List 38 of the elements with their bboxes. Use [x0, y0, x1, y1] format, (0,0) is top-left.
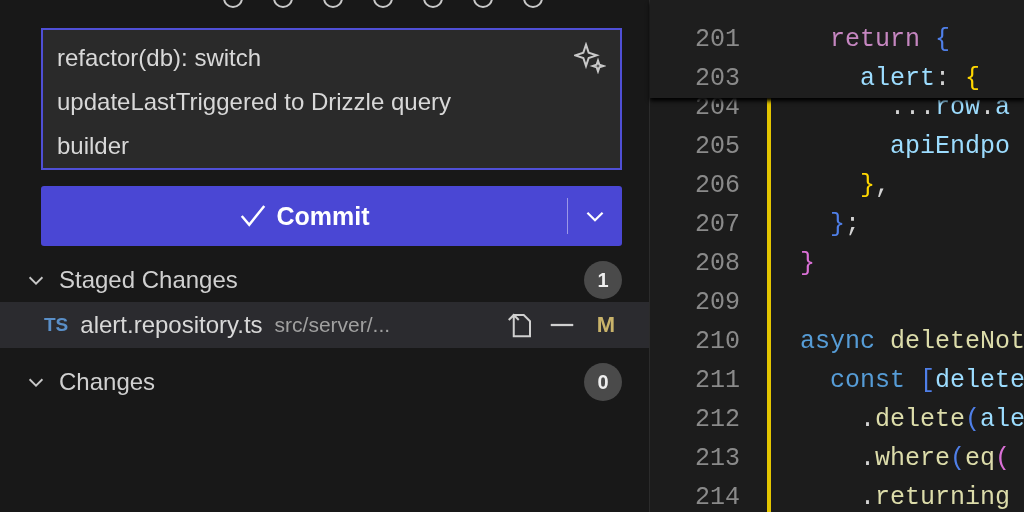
code-line: alert: { — [859, 64, 981, 93]
code-line: apiEndpo — [889, 132, 1011, 161]
commit-label: Commit — [276, 201, 370, 231]
commit-message-field[interactable]: refactor(db): switch updateLastTriggered to Drizzle query builder — [41, 28, 622, 170]
status-letter: M — [596, 312, 615, 338]
code-line: .where(eq( — [859, 444, 1011, 473]
line-number: 211 — [694, 366, 740, 395]
line-number: 204 — [694, 93, 740, 122]
code-line: .delete(ale — [859, 405, 1024, 434]
code-line: .returning — [859, 483, 1011, 512]
file-type-icon: TS — [44, 314, 69, 336]
line-number: 210 — [694, 327, 740, 356]
line-number: 203 — [694, 64, 740, 93]
line-number: 208 — [694, 249, 740, 278]
sparkle-icon[interactable] — [574, 42, 606, 74]
code-line: ...row.a — [889, 93, 1011, 122]
code-line: return { — [829, 25, 951, 54]
file-name: alert.repository.ts — [80, 311, 263, 339]
line-number: 206 — [694, 171, 740, 200]
line-number: 207 — [694, 210, 740, 239]
line-number: 205 — [694, 132, 740, 161]
code-line: }; — [829, 210, 861, 239]
line-number: 214 — [694, 483, 740, 512]
count-badge: 0 — [584, 363, 622, 401]
commit-button[interactable]: Commit — [41, 186, 622, 246]
line-number: 209 — [694, 288, 740, 317]
line-number: 213 — [694, 444, 740, 473]
group-header[interactable]: Staged Changes 1 — [25, 258, 622, 302]
line-number: 201 — [694, 25, 740, 54]
file-path: src/server/... — [274, 313, 391, 337]
group-header[interactable]: Changes 0 — [25, 360, 622, 404]
code-line: const [delete — [829, 366, 1024, 395]
line-number: 212 — [694, 405, 740, 434]
count-badge: 1 — [584, 261, 622, 299]
code-line: } — [800, 249, 815, 278]
code-line: }, — [859, 171, 891, 200]
file-row[interactable]: TS alert.repository.ts src/server/... M — [0, 302, 649, 348]
code-line: async deleteNot — [800, 327, 1024, 356]
